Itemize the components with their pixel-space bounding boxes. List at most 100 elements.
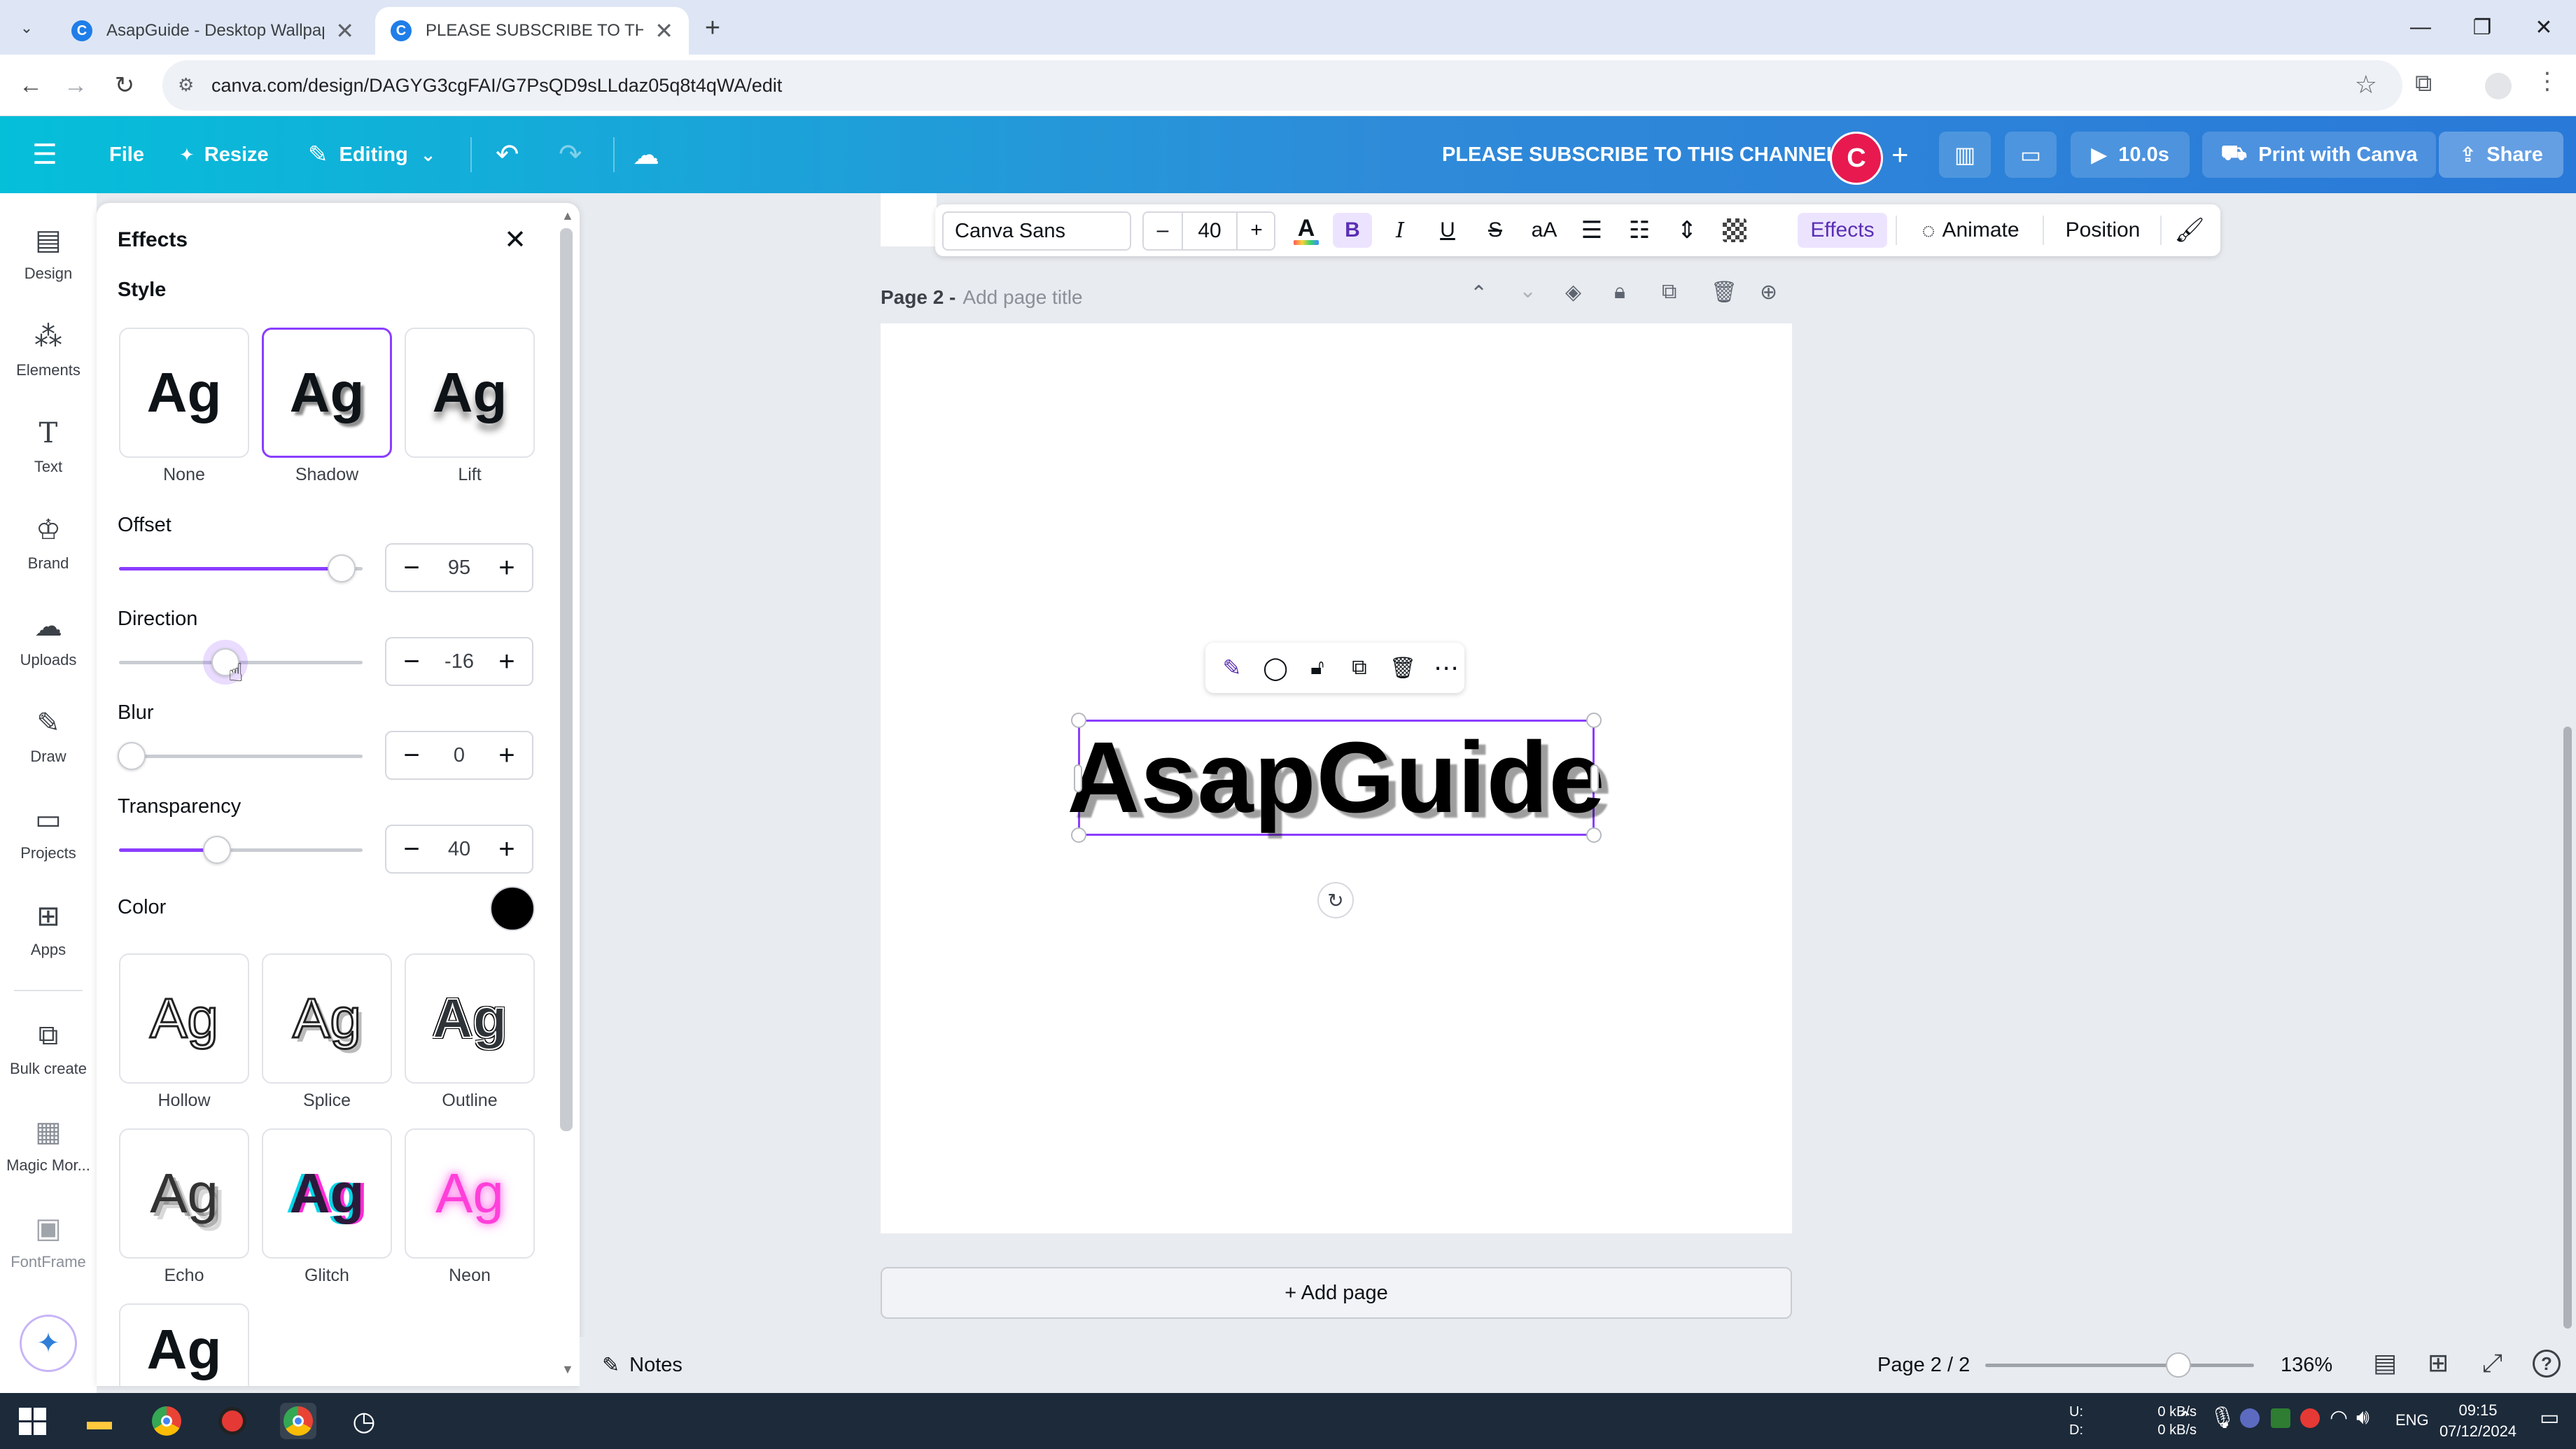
side-handle[interactable] xyxy=(1590,764,1599,792)
clock-app-icon[interactable]: ◷ xyxy=(346,1403,382,1439)
rail-item-bulk-create[interactable]: ⧉ Bulk create xyxy=(0,1019,97,1103)
shadow-color-swatch[interactable] xyxy=(490,886,535,931)
rail-item-draw[interactable]: ✎ Draw xyxy=(0,707,97,791)
page-down-icon[interactable]: ⌄ xyxy=(1519,279,1536,303)
page-up-icon[interactable]: ⌃ xyxy=(1470,281,1488,306)
close-window-icon[interactable]: ✕ xyxy=(2513,0,2575,55)
grid-view-icon[interactable]: ⊞ xyxy=(2428,1348,2449,1378)
rail-item-design[interactable]: ▤ Design xyxy=(0,224,97,308)
direction-decrement-button[interactable]: − xyxy=(395,645,428,678)
delete-page-icon[interactable]: 🗑︎ xyxy=(1711,280,1737,304)
spacing-icon[interactable]: ⇕ xyxy=(1667,204,1707,256)
share-button[interactable]: ⇪ Share xyxy=(2439,132,2563,178)
animate-button[interactable]: ◌ Animate xyxy=(1904,204,2037,256)
language-indicator[interactable]: ENG xyxy=(2395,1411,2429,1429)
hide-page-icon[interactable]: ◈ xyxy=(1565,280,1581,304)
chrome-active-icon[interactable] xyxy=(280,1403,316,1439)
minimize-icon[interactable]: — xyxy=(2390,0,2451,55)
effects-button[interactable]: Effects xyxy=(1798,213,1887,248)
cloud-saved-icon[interactable]: ☁ xyxy=(633,116,659,193)
zoom-slider-track[interactable] xyxy=(1985,1364,2254,1367)
letter-case-icon[interactable]: aA xyxy=(1523,204,1565,256)
style-echo-tile[interactable]: Ag xyxy=(119,1128,249,1259)
tray-red-icon[interactable] xyxy=(2300,1408,2320,1428)
volume-icon[interactable]: 🔊︎ xyxy=(2356,1406,2370,1429)
rail-item-elements[interactable]: ⁂ Elements xyxy=(0,321,97,405)
notifications-icon[interactable]: ▭ xyxy=(2540,1406,2559,1430)
extensions-icon[interactable]: ⧉ xyxy=(2415,70,2432,97)
rail-item-brand[interactable]: ♔ Brand xyxy=(0,514,97,598)
comments-button[interactable]: ▭ xyxy=(2005,132,2057,178)
style-lift-tile[interactable]: Ag xyxy=(405,328,535,458)
insights-button[interactable]: ▥ xyxy=(1939,132,1991,178)
magic-write-icon[interactable]: ✎ xyxy=(1215,651,1249,685)
new-tab-button[interactable]: + xyxy=(697,13,728,43)
lock-element-icon[interactable]: 🔓︎ xyxy=(1301,651,1334,685)
zoom-level[interactable]: 136% xyxy=(2281,1348,2332,1382)
resize-handle[interactable] xyxy=(1071,827,1086,843)
comment-add-icon[interactable]: ◯ xyxy=(1259,651,1292,685)
bold-icon[interactable]: B xyxy=(1333,213,1372,248)
tray-green-icon[interactable] xyxy=(2271,1408,2290,1428)
style-splice-tile[interactable]: Ag xyxy=(262,953,392,1084)
blur-increment-button[interactable]: + xyxy=(490,738,524,772)
offset-slider-track[interactable] xyxy=(119,567,363,570)
redo-icon[interactable]: ↷ xyxy=(559,116,582,193)
side-handle[interactable] xyxy=(1074,764,1082,792)
undo-icon[interactable]: ↶ xyxy=(496,116,519,193)
offset-value[interactable]: 95 xyxy=(448,556,470,580)
font-family-dropdown[interactable]: Canva Sans xyxy=(942,211,1131,251)
zoom-slider-knob[interactable] xyxy=(2166,1352,2191,1378)
tab-search-button[interactable]: ⌄ xyxy=(13,14,41,42)
style-shadow-tile[interactable]: Ag xyxy=(262,328,392,458)
main-menu-icon[interactable]: ☰ xyxy=(32,116,57,193)
close-tab-icon[interactable]: ✕ xyxy=(654,18,673,44)
transparency-slider-track[interactable] xyxy=(119,848,363,852)
transparency-decrement-button[interactable]: − xyxy=(395,832,428,866)
forward-icon[interactable]: → xyxy=(59,69,92,102)
browser-menu-icon[interactable]: ⋮ xyxy=(2535,67,2559,95)
scroll-up-icon[interactable]: ▲ xyxy=(561,209,574,223)
rail-item-text[interactable]: T Text xyxy=(0,417,97,501)
style-none-tile[interactable]: Ag xyxy=(119,328,249,458)
design-title[interactable]: PLEASE SUBSCRIBE TO THIS CHANNEL xyxy=(1442,116,1839,193)
close-panel-icon[interactable]: ✕ xyxy=(500,224,531,255)
back-icon[interactable]: ← xyxy=(14,69,48,102)
print-with-canva-button[interactable]: ⛟ Print with Canva xyxy=(2202,132,2436,178)
restore-icon[interactable]: ❐ xyxy=(2451,0,2513,55)
underline-icon[interactable]: U xyxy=(1428,204,1467,256)
present-button[interactable]: ▶ 10.0s xyxy=(2071,132,2190,178)
headline-text[interactable]: AsapGuide xyxy=(1067,720,1604,836)
rotate-handle-icon[interactable]: ↻ xyxy=(1317,882,1354,918)
font-size-value[interactable]: 40 xyxy=(1182,211,1238,251)
page-indicator[interactable]: Page 2 / 2 xyxy=(1877,1348,1970,1382)
windows-start-icon[interactable] xyxy=(14,1403,50,1439)
offset-slider-knob[interactable] xyxy=(328,554,356,582)
style-background-tile[interactable]: Ag xyxy=(119,1303,249,1386)
blur-slider-knob[interactable] xyxy=(118,742,146,770)
canvas-scrollbar[interactable] xyxy=(2563,727,2572,1329)
align-center-icon[interactable]: ☰ xyxy=(1572,204,1611,256)
delete-element-icon[interactable]: 🗑︎ xyxy=(1386,651,1420,685)
rail-item-apps[interactable]: ⊞ Apps xyxy=(0,900,97,984)
transparency-slider-knob[interactable] xyxy=(203,836,231,864)
recorder-icon[interactable] xyxy=(214,1403,251,1439)
reload-icon[interactable]: ↻ xyxy=(108,69,141,102)
microphone-icon[interactable]: 🎙︎ xyxy=(2209,1406,2236,1430)
bookmark-star-icon[interactable]: ☆ xyxy=(2355,70,2377,99)
design-page[interactable]: ✎ ◯ 🔓︎ ⧉ 🗑︎ ⋯ AsapGuide ↻ xyxy=(881,323,1792,1233)
help-icon[interactable]: ? xyxy=(2533,1350,2561,1378)
file-menu-button[interactable]: File xyxy=(109,116,144,193)
font-size-increment-button[interactable]: + xyxy=(1239,204,1274,256)
resize-button[interactable]: ✦ Resize xyxy=(179,116,269,193)
transparency-checker-icon[interactable] xyxy=(1715,204,1754,256)
text-color-icon[interactable]: A xyxy=(1287,204,1326,256)
strikethrough-icon[interactable]: S xyxy=(1476,204,1515,256)
fullscreen-icon[interactable]: ⤢ xyxy=(2482,1348,2502,1378)
file-explorer-icon[interactable]: ▬ xyxy=(81,1403,118,1439)
rail-item-magic-morph[interactable]: ▦ Magic Mor... xyxy=(0,1116,97,1200)
panel-scrollbar[interactable] xyxy=(560,228,573,1131)
offset-increment-button[interactable]: + xyxy=(490,551,524,584)
add-page-button[interactable]: + Add page xyxy=(881,1267,1792,1319)
user-avatar[interactable]: C xyxy=(1830,132,1883,185)
